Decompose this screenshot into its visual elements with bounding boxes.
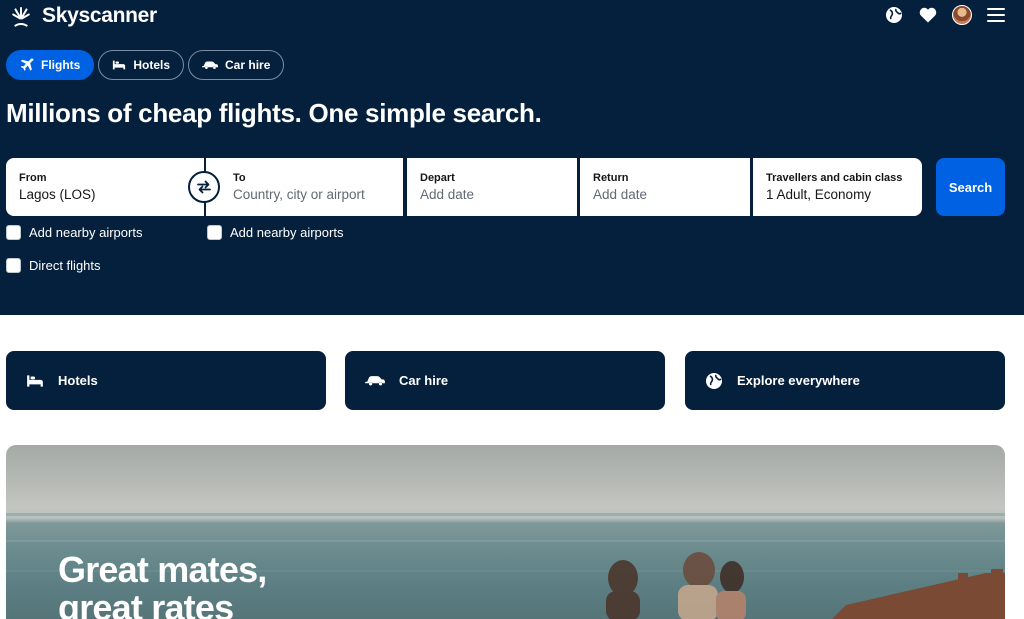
skyscanner-logo[interactable]: Skyscanner <box>6 4 157 28</box>
car-icon <box>202 61 219 69</box>
avatar[interactable] <box>952 5 972 25</box>
page-headline: Millions of cheap flights. One simple se… <box>6 98 542 128</box>
heart-icon[interactable] <box>918 5 938 25</box>
banner-line-2: great rates <box>58 587 234 619</box>
to-field[interactable]: To Country, city or airport <box>206 158 403 216</box>
from-value: Lagos (LOS) <box>19 187 96 202</box>
hero-section: Skyscanner Flights Hotels Car hire Milli… <box>0 0 1024 315</box>
return-placeholder: Add date <box>593 187 648 202</box>
depart-placeholder: Add date <box>420 187 475 202</box>
explore-everywhere-card[interactable]: Explore everywhere <box>685 351 1005 410</box>
travellers-label: Travellers and cabin class <box>766 172 903 184</box>
return-field[interactable]: Return Add date <box>580 158 750 216</box>
checkbox-box[interactable] <box>207 225 222 240</box>
swap-button[interactable] <box>188 171 220 203</box>
brand-name: Skyscanner <box>42 4 157 27</box>
checkbox-label: Add nearby airports <box>230 225 344 240</box>
travellers-value: 1 Adult, Economy <box>766 187 872 202</box>
return-label: Return <box>593 172 629 184</box>
direct-flights-checkbox[interactable]: Direct flights <box>6 258 101 273</box>
checkbox-label: Add nearby airports <box>29 225 143 240</box>
checkbox-box[interactable] <box>6 225 21 240</box>
globe-icon <box>706 372 722 389</box>
to-label: To <box>233 172 246 184</box>
hotels-card[interactable]: Hotels <box>6 351 326 410</box>
card-label: Hotels <box>58 373 98 388</box>
tab-car-hire[interactable]: Car hire <box>188 50 285 80</box>
from-field[interactable]: From Lagos (LOS) <box>6 158 204 216</box>
tab-label: Car hire <box>225 58 271 72</box>
tab-label: Flights <box>41 58 81 72</box>
card-label: Explore everywhere <box>737 373 860 388</box>
header-actions <box>884 5 1006 25</box>
tab-label: Hotels <box>133 58 171 72</box>
globe-icon[interactable] <box>884 5 904 25</box>
checkbox-box[interactable] <box>6 258 21 273</box>
menu-icon[interactable] <box>986 5 1006 25</box>
plane-icon <box>20 58 34 71</box>
tab-flights[interactable]: Flights <box>6 50 95 80</box>
from-label: From <box>19 172 47 184</box>
swap-arrows-icon <box>197 180 211 194</box>
banner-line-1: Great mates, <box>58 549 267 590</box>
depart-field[interactable]: Depart Add date <box>407 158 577 216</box>
tab-hotels[interactable]: Hotels <box>98 50 185 80</box>
checkbox-label: Direct flights <box>29 258 101 273</box>
car-hire-card[interactable]: Car hire <box>345 351 665 410</box>
sunburst-logo-icon <box>12 7 30 27</box>
search-button[interactable]: Search <box>936 158 1005 216</box>
nearby-airports-to-checkbox[interactable]: Add nearby airports <box>207 225 343 240</box>
bed-icon <box>113 60 126 70</box>
travellers-field[interactable]: Travellers and cabin class 1 Adult, Econ… <box>753 158 922 216</box>
bed-icon <box>27 374 43 387</box>
depart-label: Depart <box>420 172 455 184</box>
car-icon <box>365 376 385 386</box>
nearby-airports-from-checkbox[interactable]: Add nearby airports <box>6 225 142 240</box>
to-placeholder: Country, city or airport <box>233 187 365 202</box>
promo-banner[interactable]: Great mates, great rates <box>6 445 1005 619</box>
product-tabs: Flights Hotels Car hire <box>6 50 285 80</box>
banner-headline: Great mates, great rates <box>58 551 267 619</box>
card-label: Car hire <box>399 373 449 388</box>
